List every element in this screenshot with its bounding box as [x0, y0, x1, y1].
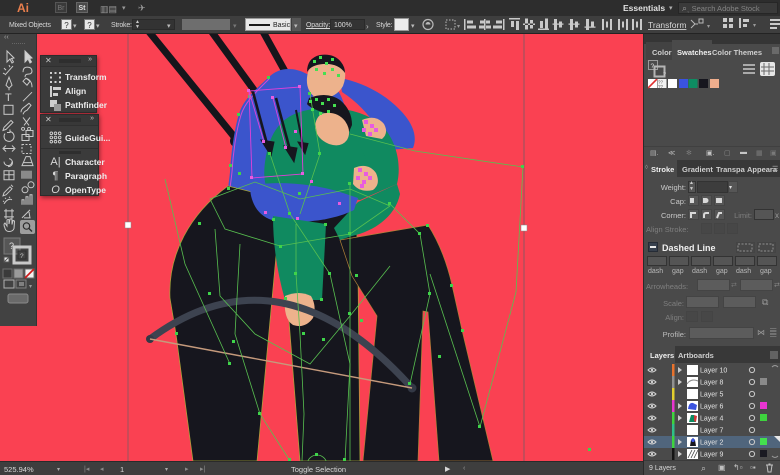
svg-text:Layer 2: Layer 2 — [700, 440, 723, 447]
svg-text:T: T — [5, 92, 12, 104]
svg-text:Transform: Transform — [648, 20, 686, 30]
svg-text:Layer 4: Layer 4 — [700, 416, 723, 423]
svg-text:▾: ▾ — [753, 23, 756, 29]
svg-text:Layer 7: Layer 7 — [700, 428, 723, 435]
svg-text:Layer 9: Layer 9 — [700, 452, 723, 459]
svg-text:Layer 8: Layer 8 — [700, 380, 723, 387]
svg-text:▾: ▾ — [457, 24, 460, 30]
svg-text:Layer 5: Layer 5 — [700, 392, 723, 399]
svg-text:?: ? — [20, 253, 24, 260]
svg-text:▾: ▾ — [707, 24, 710, 30]
svg-text:Layer 6: Layer 6 — [700, 404, 723, 411]
svg-text:Layer 10: Layer 10 — [700, 368, 727, 375]
svg-text:??: ?? — [658, 84, 664, 89]
svg-text:▾: ▾ — [29, 284, 32, 290]
svg-text:?: ? — [663, 72, 666, 78]
